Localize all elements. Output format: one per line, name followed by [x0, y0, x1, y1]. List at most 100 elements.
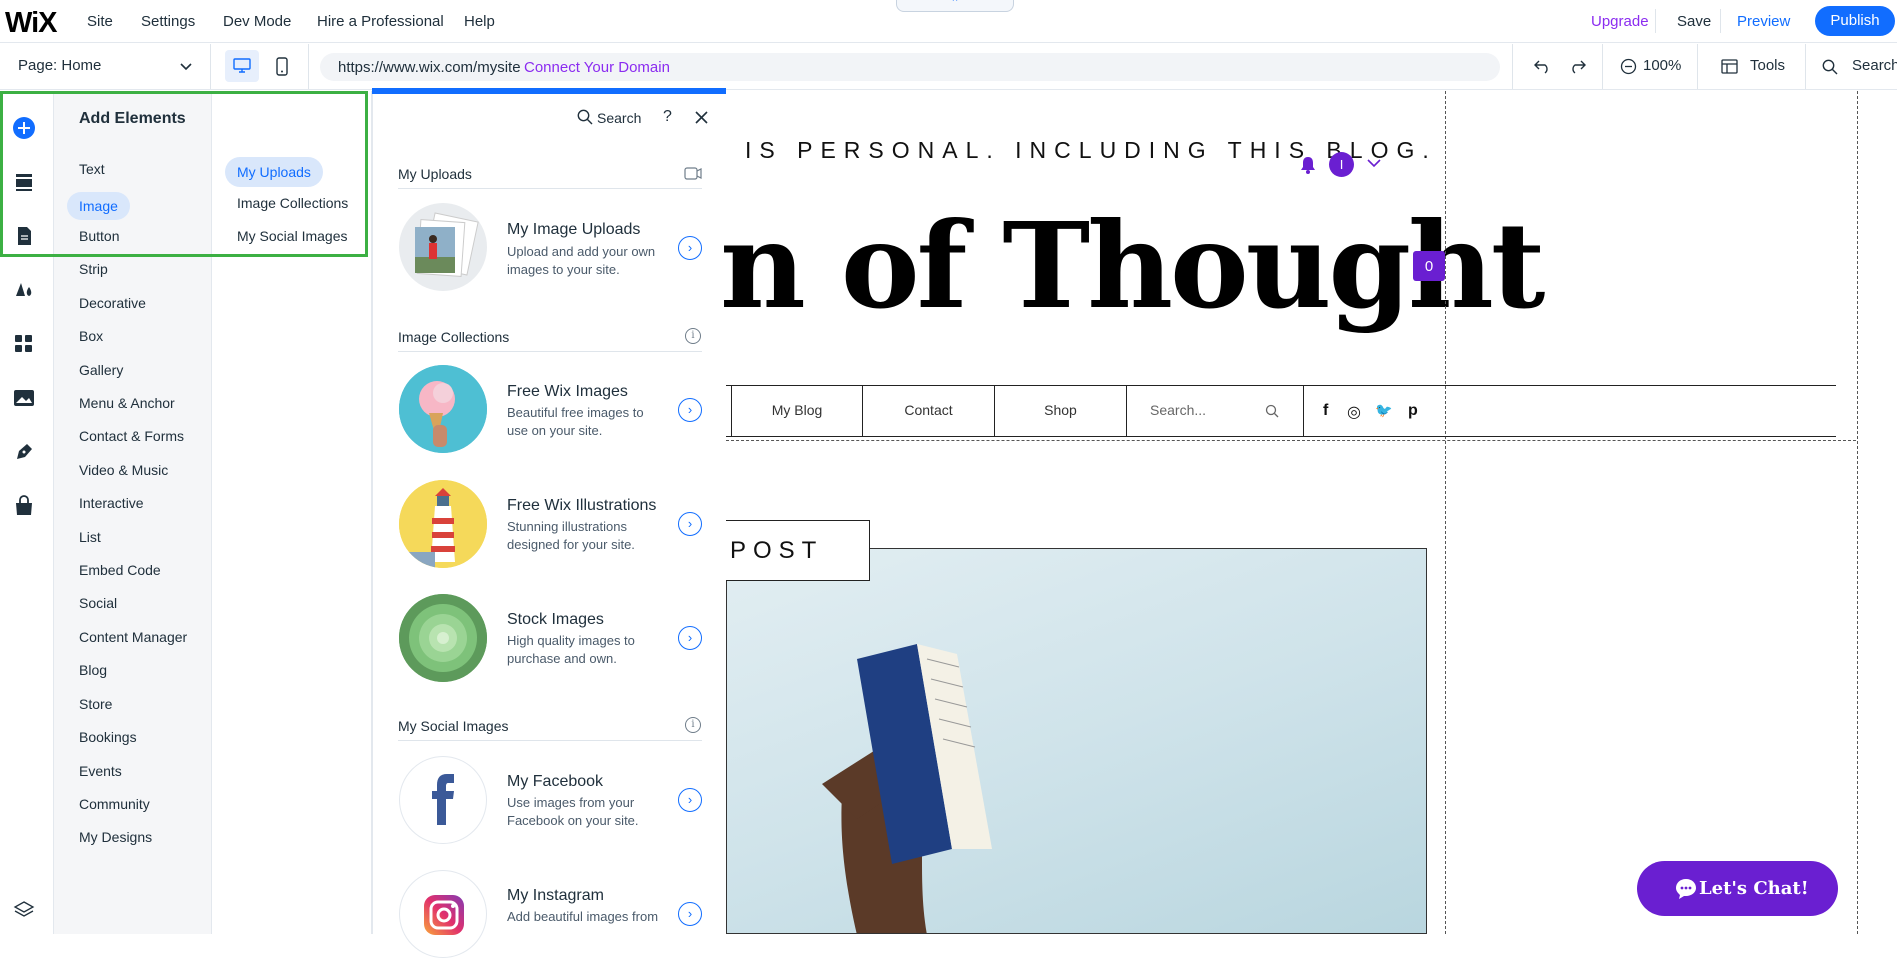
instagram-social-icon[interactable]: ◎ — [1347, 402, 1361, 422]
info-icon[interactable]: i — [685, 717, 701, 733]
category-community[interactable]: Community — [79, 796, 150, 812]
connect-domain-link[interactable]: Connect Your Domain — [524, 59, 670, 76]
category-decorative[interactable]: Decorative — [79, 295, 146, 311]
theme-icon[interactable] — [13, 279, 35, 301]
gridline — [1857, 91, 1858, 934]
tools-button[interactable]: Tools — [1750, 57, 1785, 74]
free-wix-images-thumbnail[interactable] — [399, 365, 487, 453]
category-contact-forms[interactable]: Contact & Forms — [79, 428, 184, 444]
category-strip[interactable]: Strip — [79, 261, 108, 277]
item-title-my-image-uploads[interactable]: My Image Uploads — [507, 221, 640, 239]
category-bookings[interactable]: Bookings — [79, 729, 137, 745]
cart-icon[interactable]: 0 — [1413, 251, 1445, 281]
member-avatar[interactable]: I — [1329, 152, 1354, 177]
chevron-right-icon[interactable]: › — [678, 626, 702, 650]
item-title-stock-images[interactable]: Stock Images — [507, 611, 604, 629]
category-embed-code[interactable]: Embed Code — [79, 562, 161, 578]
collapse-toolbar-tab[interactable]: ⌃ — [896, 0, 1014, 12]
layers-icon[interactable] — [13, 899, 35, 921]
menu-help[interactable]: Help — [464, 13, 495, 30]
save-button[interactable]: Save — [1677, 13, 1711, 30]
publish-button[interactable]: Publish — [1815, 6, 1895, 36]
free-wix-illustrations-thumbnail[interactable] — [399, 480, 487, 568]
panel-search-button[interactable]: Search — [597, 110, 641, 126]
search-icon[interactable] — [1822, 59, 1838, 75]
chevron-right-icon[interactable]: › — [678, 236, 702, 260]
category-blog[interactable]: Blog — [79, 662, 107, 678]
menu-hire-professional[interactable]: Hire a Professional — [317, 13, 444, 30]
info-icon[interactable]: i — [685, 328, 701, 344]
item-title-free-wix-illustrations[interactable]: Free Wix Illustrations — [507, 497, 656, 515]
wix-logo: WiX — [5, 7, 58, 39]
item-desc-line: purchase and own. — [507, 651, 617, 666]
pinterest-social-icon[interactable]: p — [1408, 402, 1418, 420]
item-desc: Stunning illustrations designed for your… — [507, 518, 677, 554]
section-title-my-uploads: My Uploads — [398, 166, 472, 182]
desktop-icon — [233, 58, 251, 73]
lets-chat-button[interactable]: Let's Chat! — [1637, 861, 1838, 916]
twitter-social-icon[interactable]: 🐦 — [1375, 402, 1392, 419]
category-gallery[interactable]: Gallery — [79, 362, 123, 378]
post-label[interactable]: POST — [726, 520, 870, 581]
category-store[interactable]: Store — [79, 696, 112, 712]
page-selector[interactable]: Page: Home — [18, 57, 101, 74]
zoom-out-icon[interactable] — [1620, 58, 1637, 75]
item-title-free-wix-images[interactable]: Free Wix Images — [507, 383, 628, 401]
menu-settings[interactable]: Settings — [141, 13, 195, 30]
mobile-icon[interactable] — [276, 57, 288, 76]
item-desc-line: images to your site. — [507, 262, 620, 277]
apps-icon[interactable] — [13, 333, 35, 355]
chevron-down-icon[interactable] — [1367, 159, 1381, 168]
stock-images-thumbnail[interactable] — [399, 594, 487, 682]
media-icon[interactable] — [13, 387, 35, 409]
close-icon[interactable] — [695, 111, 708, 124]
item-title-my-facebook[interactable]: My Facebook — [507, 773, 603, 791]
section-divider — [398, 351, 702, 352]
preview-button[interactable]: Preview — [1737, 13, 1790, 30]
menu-dev-mode[interactable]: Dev Mode — [223, 13, 291, 30]
item-desc: Use images from your Facebook on your si… — [507, 794, 677, 830]
search-button[interactable]: Search — [1852, 57, 1897, 74]
category-menu-anchor[interactable]: Menu & Anchor — [79, 395, 175, 411]
desktop-view-button[interactable] — [225, 50, 259, 82]
category-interactive[interactable]: Interactive — [79, 495, 144, 511]
category-list[interactable]: List — [79, 529, 101, 545]
tools-icon[interactable] — [1721, 59, 1738, 74]
item-desc: Add beautiful images from — [507, 908, 677, 926]
video-upload-icon[interactable] — [684, 167, 702, 180]
chevron-right-icon[interactable]: › — [678, 512, 702, 536]
redo-icon[interactable] — [1568, 58, 1586, 74]
zoom-level[interactable]: 100% — [1643, 57, 1681, 74]
nav-shop[interactable]: Shop — [995, 385, 1127, 437]
blog-pen-icon[interactable] — [13, 441, 35, 463]
chevron-right-icon[interactable]: › — [678, 788, 702, 812]
panel-search-icon[interactable] — [577, 109, 593, 125]
facebook-social-icon[interactable]: f — [1323, 402, 1328, 420]
store-bag-icon[interactable] — [13, 495, 35, 517]
item-title-my-instagram[interactable]: My Instagram — [507, 887, 604, 905]
my-facebook-thumbnail[interactable] — [399, 756, 487, 844]
panel-help-button[interactable]: ? — [663, 108, 672, 126]
chevron-down-icon[interactable] — [180, 63, 192, 71]
category-events[interactable]: Events — [79, 763, 122, 779]
blog-post-hero-image[interactable] — [726, 548, 1427, 934]
menu-site[interactable]: Site — [87, 13, 113, 30]
nav-contact[interactable]: Contact — [863, 385, 995, 437]
my-image-uploads-thumbnail[interactable] — [399, 203, 487, 291]
undo-icon[interactable] — [1534, 58, 1552, 74]
nav-my-blog[interactable]: My Blog — [732, 385, 863, 437]
my-instagram-thumbnail[interactable] — [399, 870, 487, 958]
notification-bell-icon[interactable] — [1300, 156, 1316, 174]
divider — [210, 44, 211, 89]
search-icon[interactable] — [1265, 404, 1279, 418]
category-box[interactable]: Box — [79, 328, 103, 344]
chevron-right-icon[interactable]: › — [678, 398, 702, 422]
category-my-designs[interactable]: My Designs — [79, 829, 152, 845]
chevron-right-icon[interactable]: › — [678, 902, 702, 926]
category-social[interactable]: Social — [79, 595, 117, 611]
site-url-bar[interactable]: https://www.wix.com/mysite Connect Your … — [320, 53, 1500, 81]
section-title-my-social-images: My Social Images — [398, 718, 509, 734]
category-video-music[interactable]: Video & Music — [79, 462, 168, 478]
category-content-manager[interactable]: Content Manager — [79, 629, 187, 645]
upgrade-link[interactable]: Upgrade — [1591, 13, 1649, 30]
